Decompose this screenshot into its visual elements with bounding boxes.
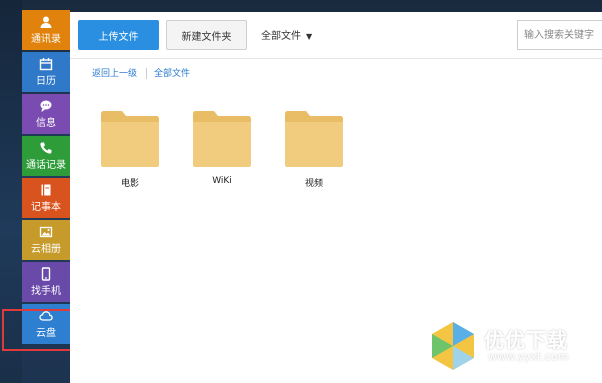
phone-icon	[22, 136, 70, 160]
file-filter-dropdown[interactable]: 全部文件 ▼	[261, 27, 312, 42]
sidebar-item-call-log[interactable]: 通话记录	[22, 136, 70, 176]
folder-name: 视频	[304, 179, 323, 189]
folder-item[interactable]: WiKi	[191, 108, 253, 186]
sidebar-item-notebook[interactable]: 记事本	[22, 178, 70, 218]
find-phone-icon	[22, 262, 70, 286]
contacts-icon	[22, 10, 70, 34]
file-filter-label: 全部文件	[261, 31, 301, 42]
folder-item[interactable]: 电影	[99, 108, 161, 189]
sidebar-item-label: 云相册	[31, 244, 61, 255]
folder-icon	[101, 111, 159, 167]
watermark-logo-icon	[432, 322, 474, 370]
breadcrumb-divider	[146, 68, 148, 79]
watermark-url: www.yyxt.com	[488, 350, 569, 363]
sidebar-item-label: 找手机	[31, 286, 61, 297]
photo-icon	[22, 220, 70, 244]
sidebar-item-label: 记事本	[31, 202, 61, 213]
sidebar-item-find-phone[interactable]: 找手机	[22, 262, 70, 302]
all-files-link[interactable]: 全部文件	[154, 69, 190, 79]
search-input[interactable]	[517, 20, 602, 50]
sidebar-item-label: 通讯录	[31, 34, 61, 45]
sidebar-item-calendar[interactable]: 日历	[22, 52, 70, 92]
sidebar-item-contacts[interactable]: 通讯录	[22, 10, 70, 50]
sidebar-item-cloud-album[interactable]: 云相册	[22, 220, 70, 260]
folder-icon	[193, 111, 251, 167]
calendar-icon	[22, 52, 70, 76]
sidebar-item-label: 信息	[36, 118, 56, 129]
sidebar-item-label: 通话记录	[26, 160, 66, 171]
folder-name: 电影	[120, 179, 139, 189]
message-icon	[22, 94, 70, 118]
sidebar-item-messages[interactable]: 信息	[22, 94, 70, 134]
folder-icon	[285, 111, 343, 167]
upload-button[interactable]: 上传文件	[78, 20, 159, 50]
folder-name: WiKi	[212, 176, 232, 186]
caret-down-icon: ▼	[306, 32, 313, 41]
sidebar-item-label: 日历	[36, 76, 56, 87]
breadcrumb: 返回上一级 全部文件	[92, 66, 190, 79]
toolbar: 上传文件 新建文件夹 全部文件 ▼	[70, 12, 602, 59]
notebook-icon	[22, 178, 70, 202]
folder-item[interactable]: 视频	[283, 108, 345, 189]
new-folder-button[interactable]: 新建文件夹	[166, 20, 247, 50]
back-link[interactable]: 返回上一级	[92, 69, 137, 79]
watermark-title: 优优下载	[484, 328, 568, 352]
